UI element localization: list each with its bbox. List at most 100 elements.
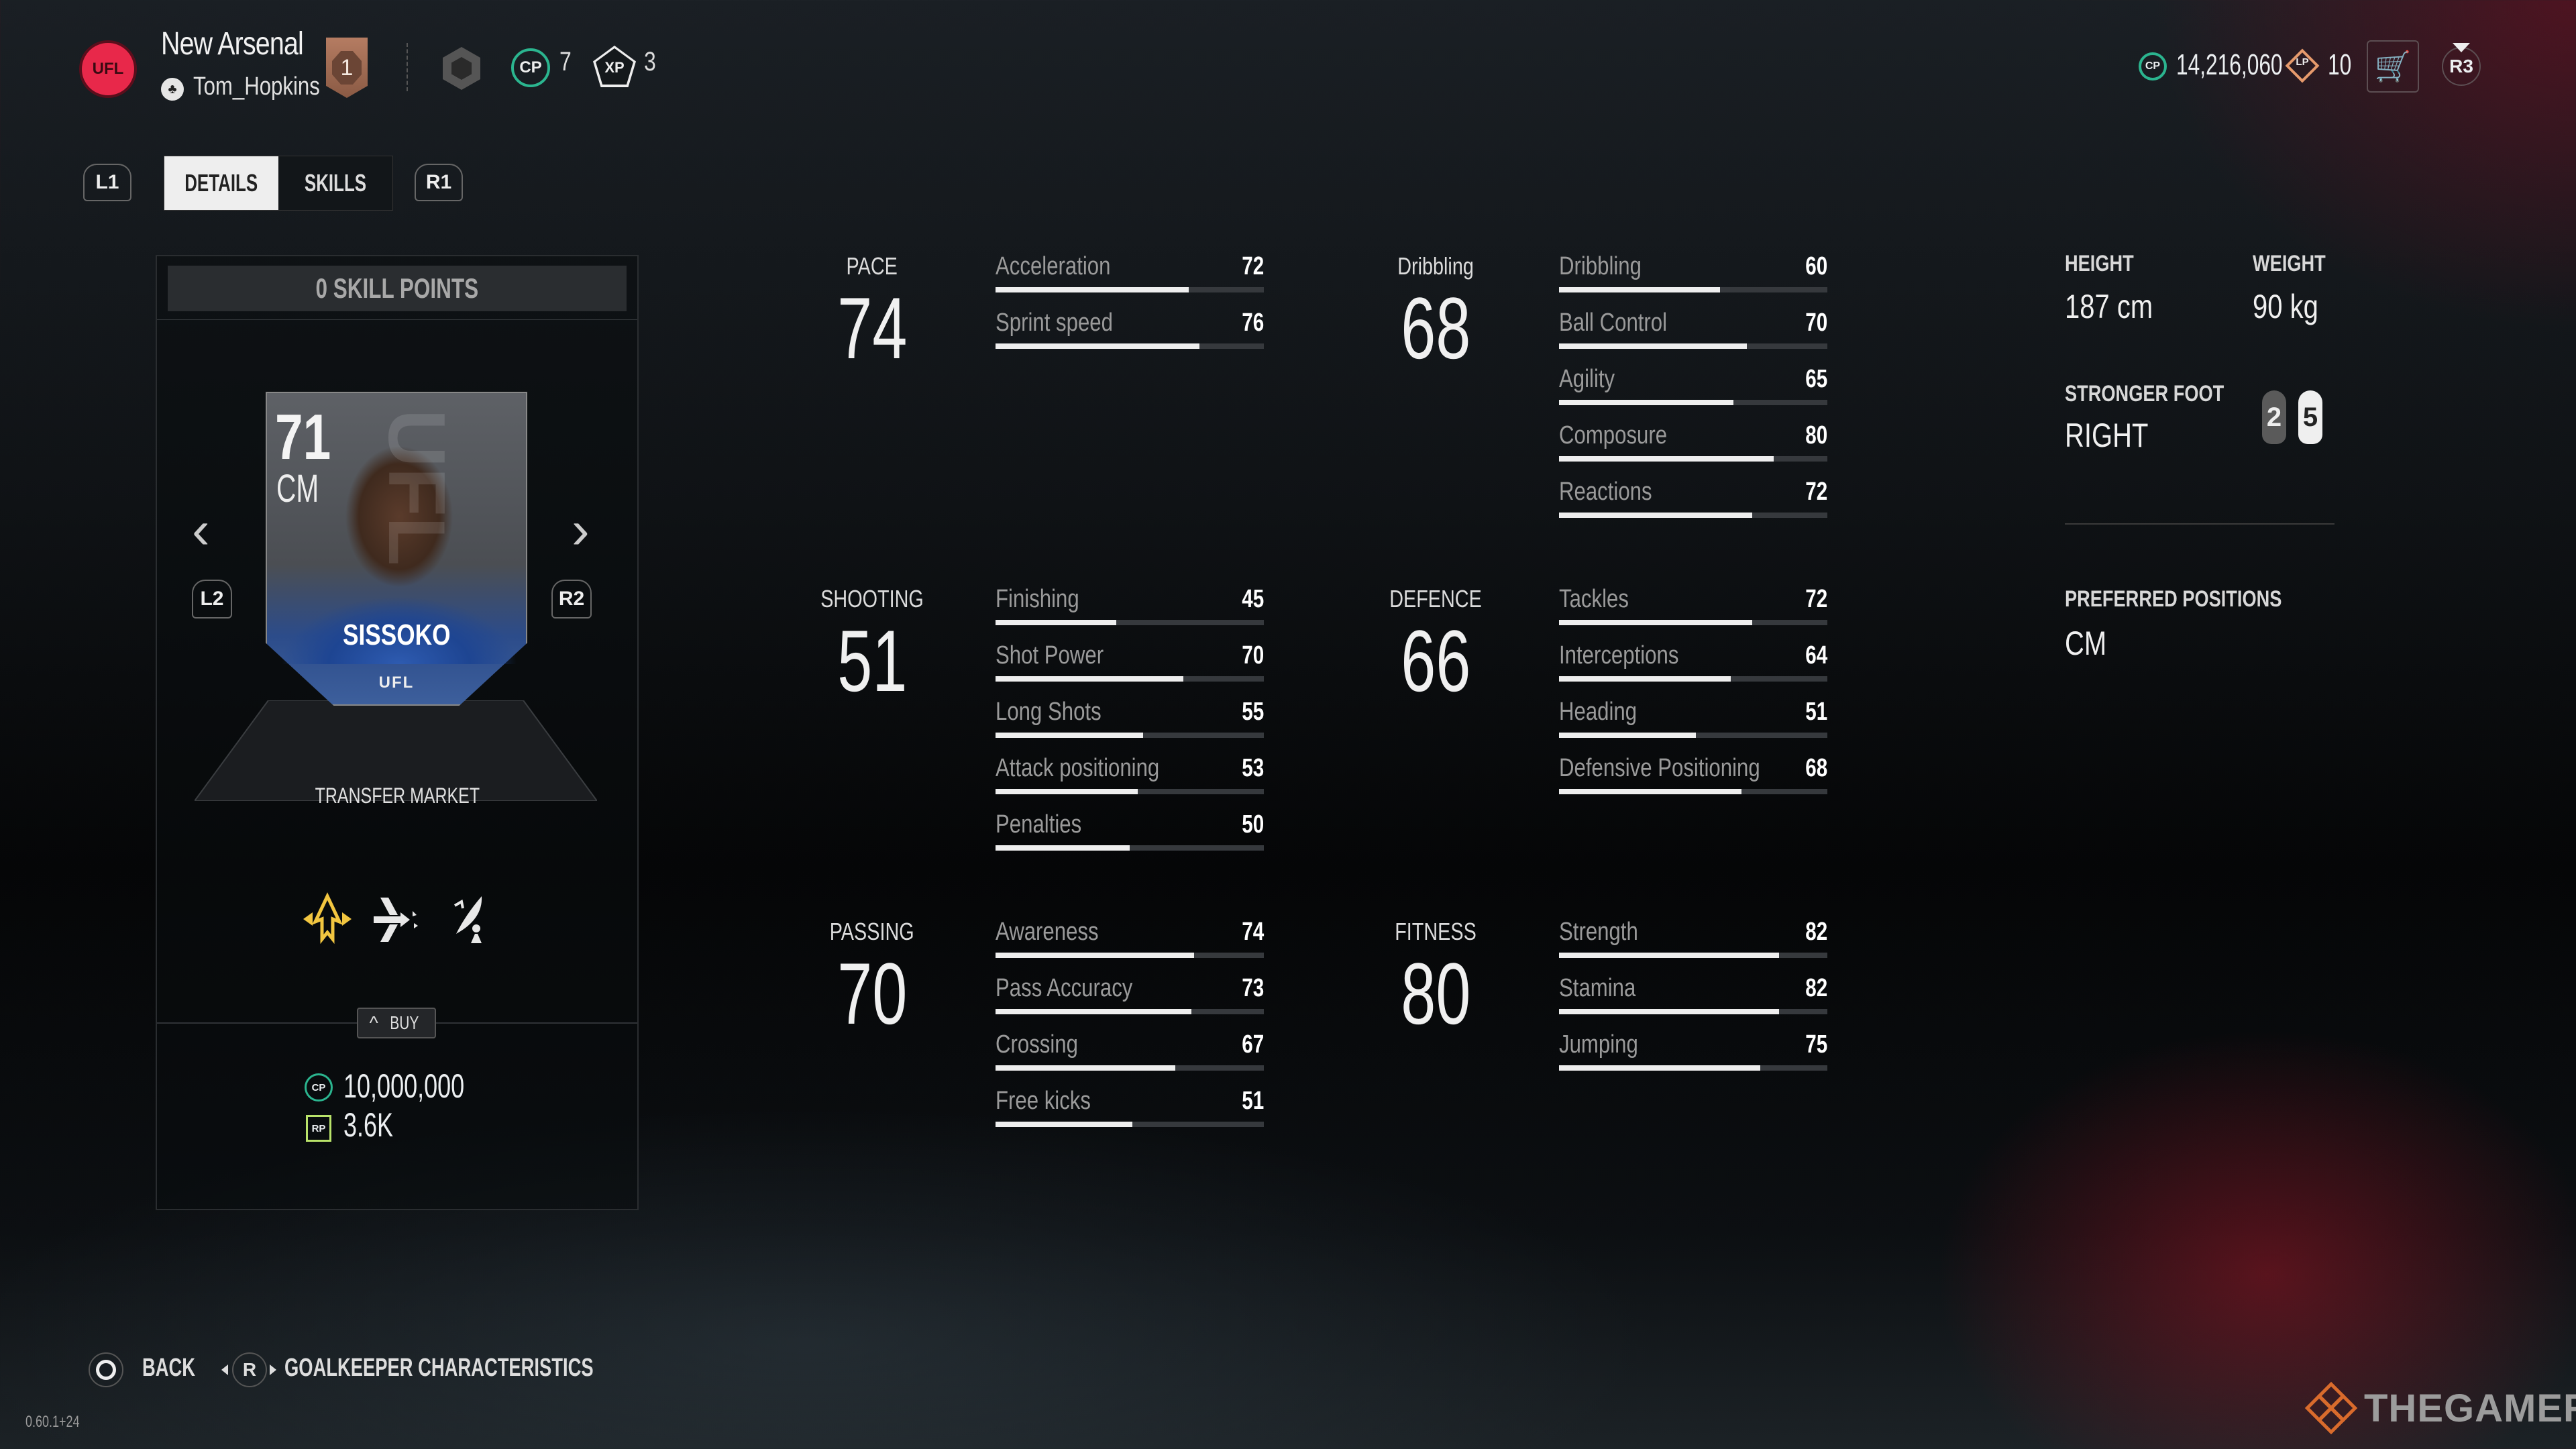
attribute-row[interactable]: Acceleration 72 — [996, 252, 1264, 309]
gold-upward-arrows-trait-icon[interactable] — [301, 892, 354, 946]
attribute-bar-fill — [1559, 513, 1752, 518]
rstick-left-arrow-icon — [221, 1364, 228, 1375]
attribute-row[interactable]: Dribbling 60 — [1559, 252, 1827, 309]
attribute-bar — [1559, 456, 1827, 462]
attribute-name: Heading — [1559, 698, 1638, 726]
thegamer-wordmark: THEGAMER — [2364, 1386, 2576, 1430]
attribute-name: Pass Accuracy — [996, 974, 1133, 1002]
l2-trigger-button[interactable]: L2 — [192, 580, 232, 619]
attribute-bar-fill — [1559, 1065, 1760, 1071]
attribute-value: 74 — [1242, 918, 1264, 946]
back-button[interactable]: BACK — [142, 1354, 195, 1383]
attribute-row[interactable]: Interceptions 64 — [1559, 641, 1827, 698]
attribute-value: 75 — [1805, 1030, 1827, 1059]
attribute-name: Crossing — [996, 1030, 1078, 1059]
attribute-row[interactable]: Penalties 50 — [996, 810, 1264, 867]
card-brand: UFL — [378, 674, 415, 692]
stat-group-value-text: 68 — [1400, 279, 1471, 377]
stat-group-value-text: 80 — [1400, 945, 1471, 1042]
attribute-value: 55 — [1242, 698, 1264, 726]
attribute-value: 68 — [1805, 754, 1827, 782]
cp-level-icon: CP — [511, 48, 550, 87]
attribute-bar-fill — [996, 343, 1199, 349]
attribute-bar-fill — [996, 789, 1138, 794]
weak-foot-rating: 2 — [2266, 402, 2282, 432]
attribute-row[interactable]: Tackles 72 — [1559, 585, 1827, 641]
player-overall: 71 — [275, 401, 331, 473]
attribute-row[interactable]: Pass Accuracy 73 — [996, 974, 1264, 1030]
shopping-cart-icon: 🛒 — [2374, 50, 2412, 83]
attribute-bar — [996, 733, 1264, 738]
attribute-row[interactable]: Defensive Positioning 68 — [1559, 754, 1827, 810]
weight-value: 90 kg — [2253, 287, 2334, 326]
r3-button[interactable]: R3 — [2442, 47, 2481, 86]
preferred-positions-value-text: CM — [2065, 625, 2107, 662]
attribute-bar-fill — [996, 733, 1143, 738]
attribute-bar-fill — [996, 620, 1116, 625]
previous-player-chevron-icon[interactable]: ‹ — [192, 499, 210, 561]
trait-icons — [301, 892, 495, 946]
goalkeeper-characteristics-button[interactable]: GOALKEEPER CHARACTERISTICS — [284, 1354, 594, 1383]
rank-value: 1 — [332, 51, 362, 85]
attribute-name: Sprint speed — [996, 309, 1113, 337]
attribute-row[interactable]: Shot Power 70 — [996, 641, 1264, 698]
tab-bar: DETAILS SKILLS — [164, 156, 393, 211]
attribute-name: Attack positioning — [996, 754, 1160, 782]
attribute-row[interactable]: Jumping 75 — [1559, 1030, 1827, 1087]
attribute-row[interactable]: Finishing 45 — [996, 585, 1264, 641]
thegamer-logo-icon — [2304, 1381, 2358, 1435]
attribute-bar — [1559, 287, 1827, 292]
satellite-dish-trait-icon[interactable] — [441, 892, 495, 946]
player-position: CM — [276, 467, 319, 511]
buy-button[interactable]: ^ BUY — [357, 1008, 436, 1038]
attribute-bar-fill — [1559, 400, 1733, 405]
attribute-name: Finishing — [996, 585, 1079, 613]
club-badge-text: UFL — [92, 60, 124, 78]
thegamer-watermark: THEGAMER — [2304, 1381, 2576, 1435]
tab-details[interactable]: DETAILS — [164, 156, 278, 210]
attribute-row[interactable]: Composure 80 — [1559, 421, 1827, 478]
attribute-row[interactable]: Awareness 74 — [996, 918, 1264, 974]
attribute-row[interactable]: Strength 82 — [1559, 918, 1827, 974]
next-player-chevron-icon[interactable]: › — [572, 499, 590, 561]
back-circle-button-icon[interactable] — [89, 1352, 123, 1387]
l1-trigger-button[interactable]: L1 — [83, 164, 131, 201]
attribute-name: Tackles — [1559, 585, 1629, 613]
attribute-row[interactable]: Heading 51 — [1559, 698, 1827, 754]
attribute-value: 72 — [1805, 585, 1827, 613]
attribute-row[interactable]: Reactions 72 — [1559, 478, 1827, 534]
cp-level-value: 7 — [559, 47, 572, 76]
attribute-bar-fill — [996, 1009, 1191, 1014]
right-stick-icon[interactable]: R — [232, 1352, 267, 1387]
tab-skills-label: SKILLS — [304, 169, 367, 197]
attribute-bar-fill — [996, 1065, 1175, 1071]
attribute-row[interactable]: Long Shots 55 — [996, 698, 1264, 754]
attribute-bar — [996, 1009, 1264, 1014]
r2-trigger-button[interactable]: R2 — [551, 580, 592, 619]
cp-currency-value: 14,216,060 — [2176, 48, 2283, 81]
height-label-text: HEIGHT — [2065, 251, 2134, 276]
attribute-row[interactable]: Agility 65 — [1559, 365, 1827, 421]
stat-group-label-text: SHOOTING — [820, 585, 924, 612]
attribute-value: 72 — [1805, 478, 1827, 506]
attribute-bar-fill — [1559, 953, 1779, 958]
attribute-bar — [1559, 1065, 1827, 1071]
attribute-row[interactable]: Ball Control 70 — [1559, 309, 1827, 365]
r1-trigger-button[interactable]: R1 — [415, 164, 463, 201]
store-cart-button[interactable]: 🛒 — [2367, 40, 2419, 93]
attribute-row[interactable]: Free kicks 51 — [996, 1087, 1264, 1143]
stat-group-label-fitness: FITNESS — [1368, 918, 1503, 946]
tab-skills[interactable]: SKILLS — [278, 156, 392, 210]
attribute-row[interactable]: Attack positioning 53 — [996, 754, 1264, 810]
stat-group-label-passing: PASSING — [805, 918, 939, 946]
cp-level-label: CP — [519, 58, 542, 76]
attribute-value: 82 — [1805, 974, 1827, 1002]
attribute-bar — [1559, 733, 1827, 738]
attribute-bar — [996, 953, 1264, 958]
attribute-row[interactable]: Sprint speed 76 — [996, 309, 1264, 365]
skill-points-banner: 0 SKILL POINTS — [168, 266, 627, 311]
attribute-row[interactable]: Stamina 82 — [1559, 974, 1827, 1030]
through-pass-trait-icon[interactable] — [371, 892, 425, 946]
attribute-row[interactable]: Crossing 67 — [996, 1030, 1264, 1087]
weak-foot-rating-icon: 2 — [2262, 390, 2286, 444]
